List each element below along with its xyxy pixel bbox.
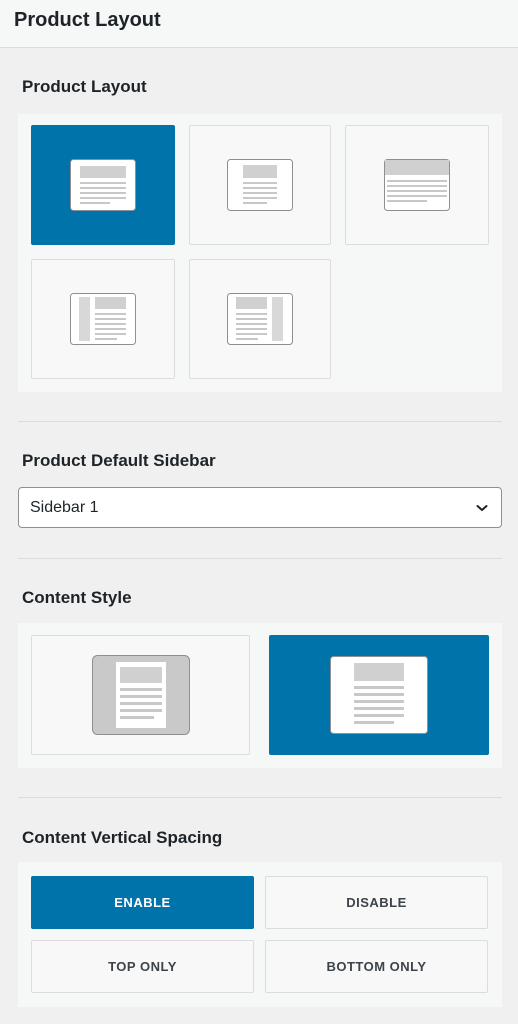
chevron-down-icon bbox=[476, 505, 488, 511]
panel-header: Product Layout bbox=[0, 0, 518, 48]
panel-title: Product Layout bbox=[14, 9, 161, 31]
divider bbox=[18, 558, 502, 559]
sidebar-select[interactable]: Sidebar 1 bbox=[18, 487, 502, 528]
content-style-label: Content Style bbox=[22, 588, 132, 607]
content-style-options bbox=[18, 623, 502, 768]
divider bbox=[18, 421, 502, 422]
product-default-sidebar-label: Product Default Sidebar bbox=[22, 451, 216, 470]
spacing-enable-button[interactable]: ENABLE bbox=[31, 876, 254, 929]
full-width-layout-icon bbox=[384, 159, 450, 211]
layout-option-left-sidebar[interactable] bbox=[31, 259, 175, 379]
default-layout-icon bbox=[70, 159, 136, 211]
content-style-unboxed[interactable] bbox=[269, 635, 489, 755]
spacing-disable-button[interactable]: DISABLE bbox=[265, 876, 488, 929]
spacing-bottom-only-button[interactable]: BOTTOM ONLY bbox=[265, 940, 488, 993]
product-layout-label: Product Layout bbox=[22, 77, 147, 96]
layout-option-full-width[interactable] bbox=[345, 125, 489, 245]
layout-option-default[interactable] bbox=[31, 125, 175, 245]
boxed-layout-icon bbox=[227, 159, 293, 211]
layout-option-boxed[interactable] bbox=[189, 125, 331, 245]
content-style-boxed[interactable] bbox=[31, 635, 250, 755]
left-sidebar-layout-icon bbox=[70, 293, 136, 345]
sidebar-select-value: Sidebar 1 bbox=[30, 499, 99, 516]
product-layout-options bbox=[18, 114, 502, 392]
vertical-spacing-options: ENABLE DISABLE TOP ONLY BOTTOM ONLY bbox=[18, 862, 502, 1007]
content-vertical-spacing-label: Content Vertical Spacing bbox=[22, 828, 223, 847]
layout-option-right-sidebar[interactable] bbox=[189, 259, 331, 379]
spacing-top-only-button[interactable]: TOP ONLY bbox=[31, 940, 254, 993]
divider bbox=[18, 797, 502, 798]
unboxed-content-icon bbox=[330, 656, 428, 734]
right-sidebar-layout-icon bbox=[227, 293, 293, 345]
boxed-content-icon bbox=[91, 655, 190, 735]
